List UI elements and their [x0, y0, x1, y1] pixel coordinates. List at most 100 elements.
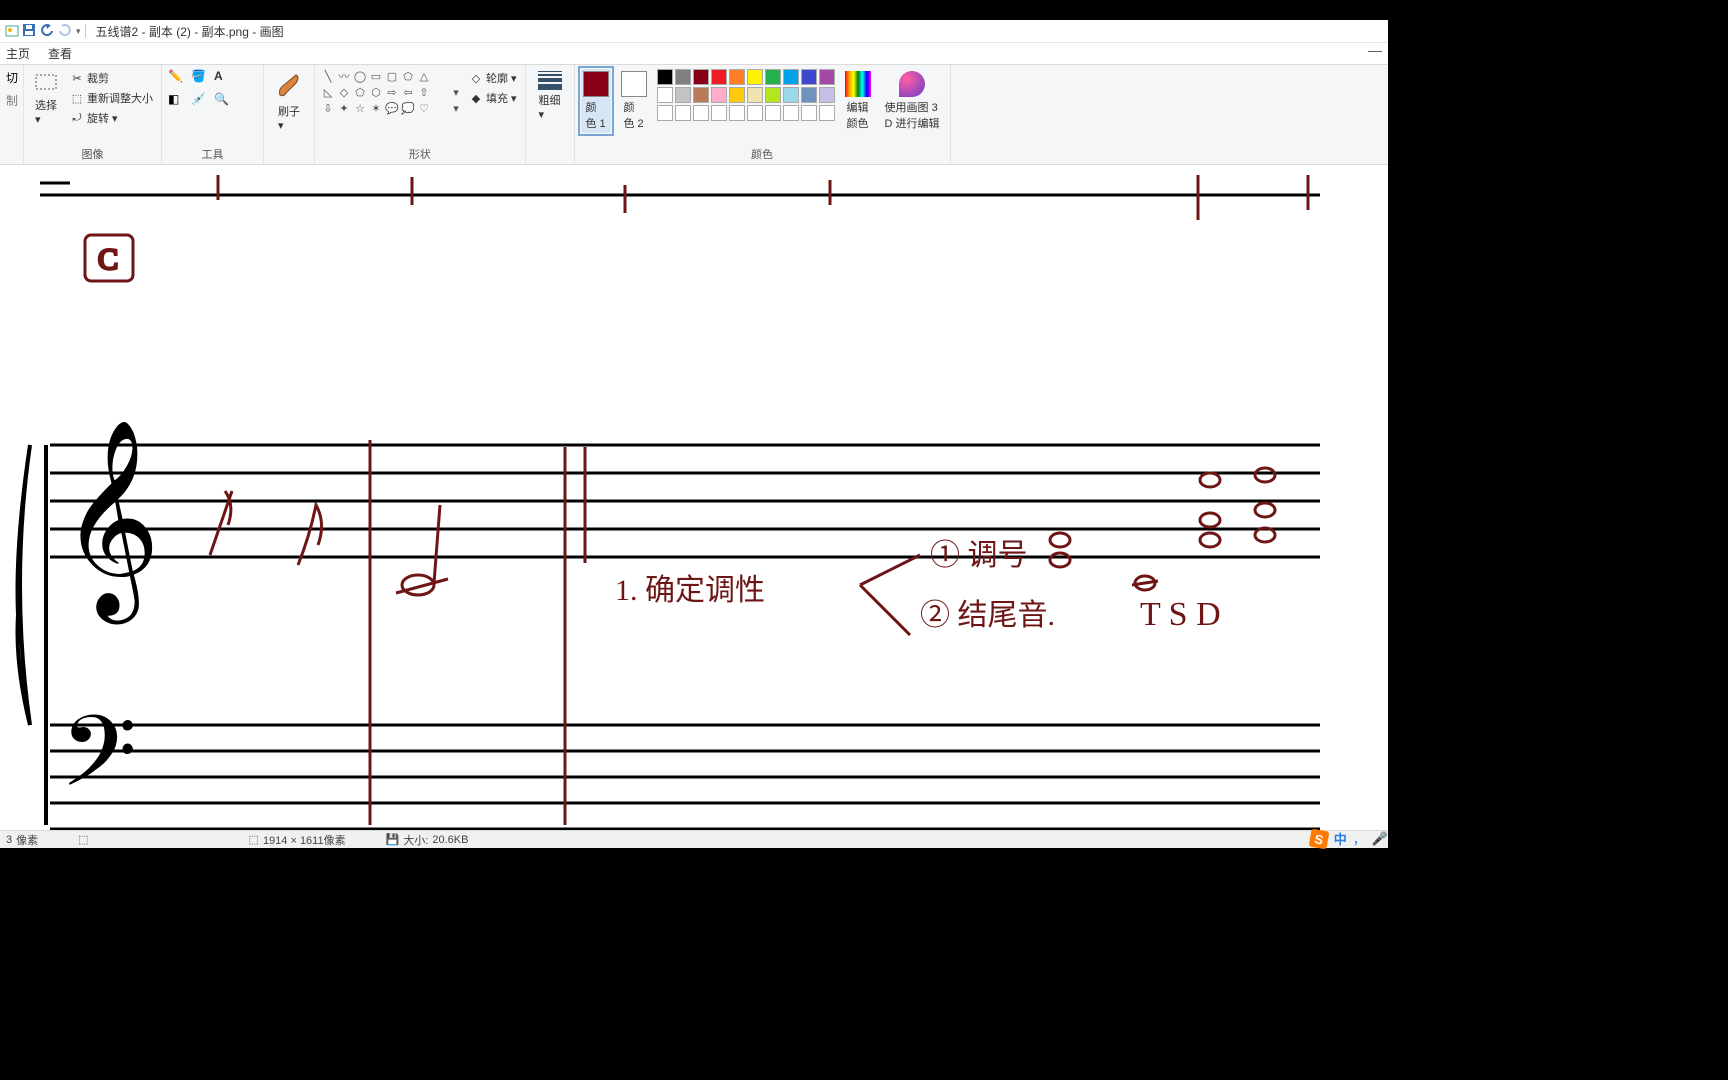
shape-callout1-icon[interactable]: 💬	[385, 101, 399, 115]
bucket-icon[interactable]: 🪣	[191, 69, 211, 83]
palette-swatch[interactable]	[693, 87, 709, 103]
palette-swatch[interactable]	[657, 69, 673, 85]
shape-star5-icon[interactable]: ☆	[353, 101, 367, 115]
save-icon[interactable]	[22, 23, 38, 39]
palette-swatch[interactable]	[765, 69, 781, 85]
palette-swatch[interactable]	[801, 69, 817, 85]
crop-button[interactable]: ✂裁剪	[68, 69, 155, 87]
brush-button[interactable]: 刷子▾	[270, 69, 308, 134]
shape-star6-icon[interactable]: ✶	[369, 101, 383, 115]
shape-callout2-icon[interactable]: 💭	[401, 101, 415, 115]
dimensions-icon: ⬚	[249, 833, 259, 846]
palette-swatch[interactable]	[819, 105, 835, 121]
color1-swatch	[583, 71, 609, 97]
shape-curve-icon[interactable]: 〰	[337, 69, 351, 83]
paint-window: ▾ 五线谱2 - 副本 (2) - 副本.png - 画图 — 主页 查看 切 …	[0, 20, 1388, 848]
shape-roundrect-icon[interactable]: ▢	[385, 69, 399, 83]
palette-swatch[interactable]	[675, 105, 691, 121]
shape-heart-icon[interactable]: ♡	[417, 101, 431, 115]
shape-rect-icon[interactable]: ▭	[369, 69, 383, 83]
paint3d-button[interactable]: 使用画图 3D 进行编辑	[881, 69, 944, 133]
sogou-icon[interactable]: S	[1308, 828, 1329, 849]
palette-swatch[interactable]	[729, 87, 745, 103]
shape-arrowr-icon[interactable]: ⇨	[385, 85, 399, 99]
colors-group: 颜色 1 颜色 2 编辑颜色 使用画图 3D 进行编辑 颜色	[575, 65, 951, 164]
qat-dropdown-icon[interactable]: ▾	[76, 26, 81, 37]
shape-polygon-icon[interactable]: ⬠	[401, 69, 415, 83]
palette-swatch[interactable]	[783, 69, 799, 85]
redo-icon[interactable]	[58, 23, 74, 39]
text-icon[interactable]: A	[214, 69, 234, 83]
shape-hexagon-icon[interactable]: ⬡	[369, 85, 383, 99]
shape-oval-icon[interactable]: ◯	[353, 69, 367, 83]
palette-swatch[interactable]	[747, 105, 763, 121]
tab-home[interactable]: 主页	[6, 45, 30, 62]
tab-view[interactable]: 查看	[48, 45, 72, 62]
palette-swatch[interactable]	[711, 105, 727, 121]
shape-arrowl-icon[interactable]: ⇦	[401, 85, 415, 99]
shape-rtri-icon[interactable]: ◺	[321, 85, 335, 99]
shape-fill-button[interactable]: ◆填充▾	[467, 89, 519, 107]
palette-swatch[interactable]	[693, 69, 709, 85]
title-bar: ▾ 五线谱2 - 副本 (2) - 副本.png - 画图	[0, 20, 1388, 43]
resize-icon: ⬚	[70, 91, 84, 105]
color1-button[interactable]: 颜色 1	[581, 69, 611, 133]
palette-swatch[interactable]	[657, 105, 673, 121]
palette-swatch[interactable]	[819, 69, 835, 85]
palette-swatch[interactable]	[711, 87, 727, 103]
palette-swatch[interactable]	[729, 105, 745, 121]
color-palette[interactable]	[657, 69, 835, 121]
shape-triangle-icon[interactable]: △	[417, 69, 431, 83]
thickness-button[interactable]: 粗细▾	[532, 69, 568, 123]
palette-swatch[interactable]	[783, 105, 799, 121]
palette-swatch[interactable]	[801, 87, 817, 103]
palette-swatch[interactable]	[801, 105, 817, 121]
resize-button[interactable]: ⬚重新调整大小	[68, 89, 155, 107]
ribbon: 切 制 选择▾ ✂裁剪 ⬚重新调整大小 ⤾旋转 ▾ 图像	[0, 65, 1388, 165]
paint3d-icon	[899, 71, 925, 97]
svg-text:𝄢: 𝄢	[60, 697, 137, 830]
shape-arrowd-icon[interactable]: ⇩	[321, 101, 335, 115]
spectrum-icon	[845, 71, 871, 97]
undo-icon[interactable]	[40, 23, 56, 39]
palette-swatch[interactable]	[783, 87, 799, 103]
palette-swatch[interactable]	[765, 87, 781, 103]
palette-swatch[interactable]	[747, 69, 763, 85]
svg-text:① 调号: ① 调号	[930, 539, 1028, 572]
pencil-icon[interactable]: ✏️	[168, 69, 188, 83]
copy-button[interactable]: 制	[6, 92, 18, 109]
cut-button[interactable]: 切	[6, 69, 18, 86]
shape-arrowu-icon[interactable]: ⇧	[417, 85, 431, 99]
canvas-area[interactable]: C 𝄞	[0, 165, 1388, 830]
ime-lang[interactable]: 中	[1334, 829, 1347, 848]
shapes-gallery[interactable]: ╲ 〰 ◯ ▭ ▢ ⬠ △ ◺ ◇ ⬠ ⬡ ⇨ ⇦ ⇧ ▾ ⇩	[321, 69, 461, 115]
letterbox-top	[0, 0, 1728, 20]
clipboard-group: 切 制	[0, 65, 24, 164]
minimize-button[interactable]: —	[1368, 42, 1382, 58]
palette-swatch[interactable]	[675, 69, 691, 85]
color2-button[interactable]: 颜色 2	[617, 69, 651, 133]
color-picker-icon[interactable]: 💉	[191, 92, 211, 106]
edit-colors-button[interactable]: 编辑颜色	[841, 69, 875, 133]
shape-diamond-icon[interactable]: ◇	[337, 85, 351, 99]
ime-toolbar[interactable]: S 中 ， 🎤	[1310, 829, 1388, 848]
shape-outline-button[interactable]: ◇轮廓▾	[467, 69, 519, 87]
palette-swatch[interactable]	[711, 69, 727, 85]
palette-swatch[interactable]	[765, 105, 781, 121]
palette-swatch[interactable]	[729, 69, 745, 85]
select-button[interactable]: 选择▾	[30, 69, 62, 128]
palette-swatch[interactable]	[747, 87, 763, 103]
shape-pentagon-icon[interactable]: ⬠	[353, 85, 367, 99]
ime-mic-icon[interactable]: 🎤	[1372, 831, 1388, 847]
rotate-button[interactable]: ⤾旋转 ▾	[68, 109, 155, 127]
eraser-icon[interactable]: ◧	[168, 92, 188, 106]
ime-punct[interactable]: ，	[1353, 829, 1366, 848]
svg-text:② 结尾音.: ② 结尾音.	[920, 599, 1055, 632]
palette-swatch[interactable]	[693, 105, 709, 121]
palette-swatch[interactable]	[819, 87, 835, 103]
palette-swatch[interactable]	[675, 87, 691, 103]
palette-swatch[interactable]	[657, 87, 673, 103]
magnifier-icon[interactable]: 🔍	[214, 92, 234, 106]
shape-line-icon[interactable]: ╲	[321, 69, 335, 83]
shape-star4-icon[interactable]: ✦	[337, 101, 351, 115]
